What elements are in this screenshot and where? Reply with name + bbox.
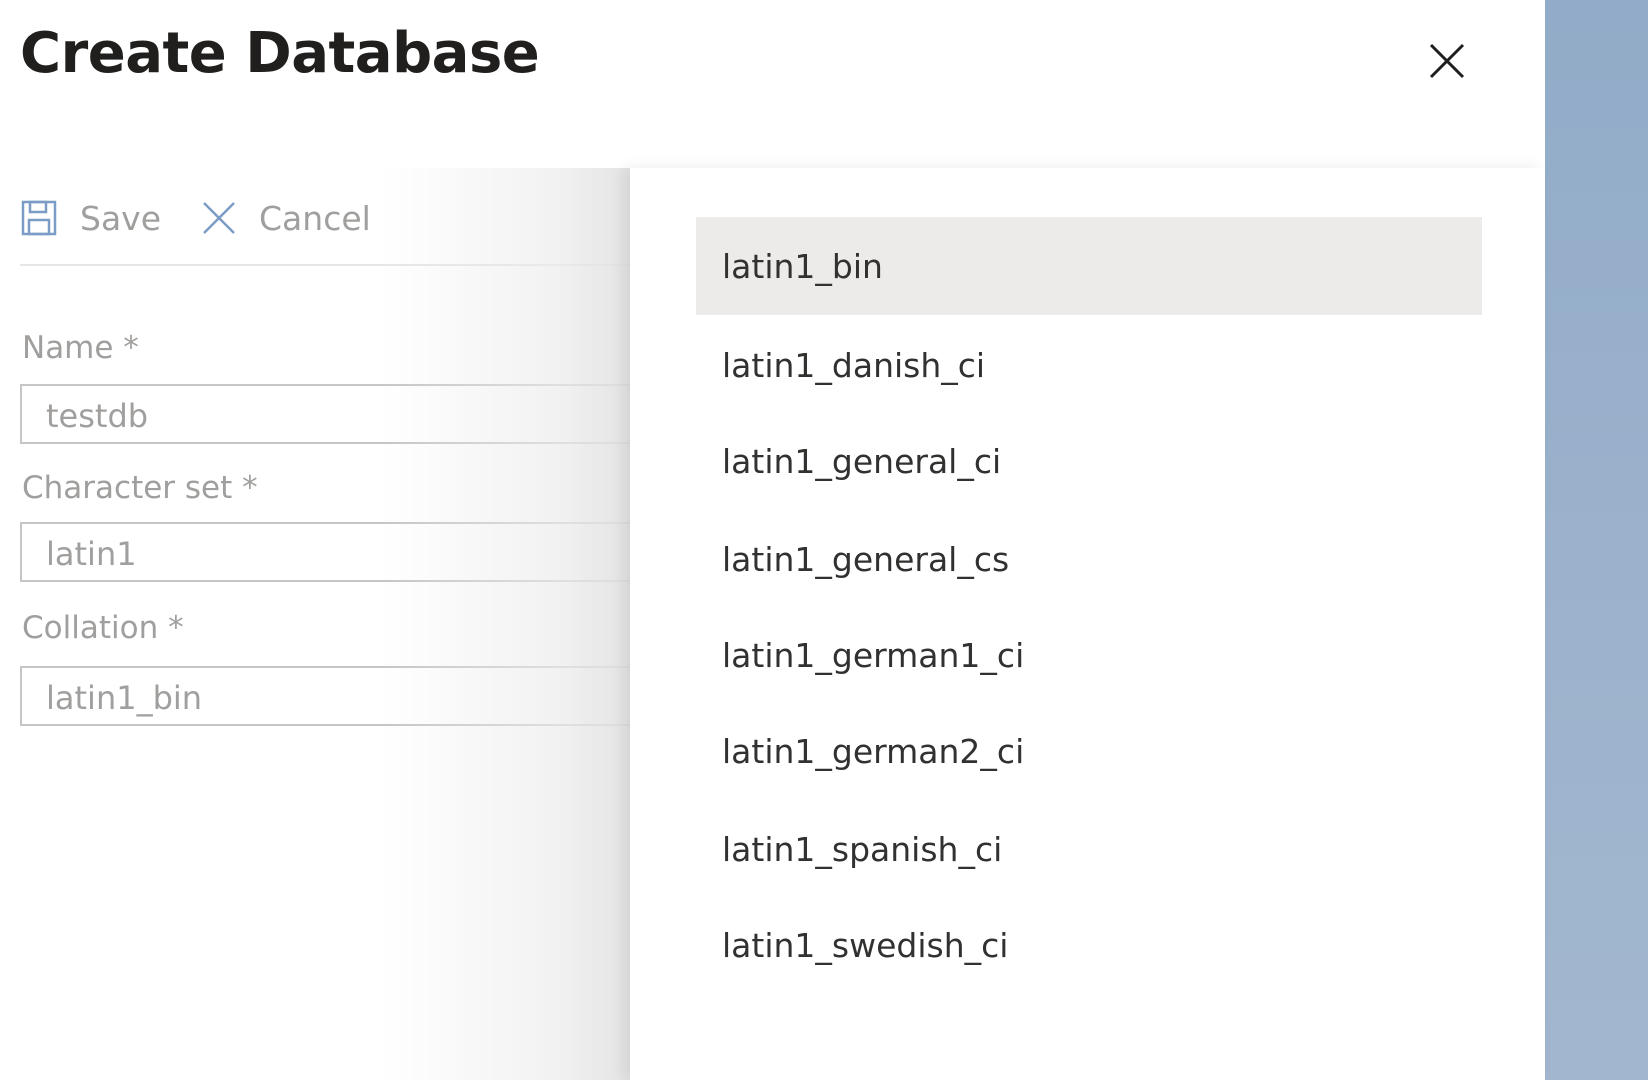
charset-label: Character set * <box>22 470 258 506</box>
create-database-panel: Create Database Save Cancel Name * testd… <box>0 0 1545 1080</box>
cancel-button[interactable]: Cancel <box>201 190 371 246</box>
dropdown-option[interactable]: latin1_bin <box>696 217 1482 315</box>
dropdown-option[interactable]: latin1_german2_ci <box>696 702 1482 800</box>
toolbar-divider <box>20 264 660 266</box>
save-icon <box>20 199 58 237</box>
dropdown-option[interactable]: latin1_swedish_ci <box>696 896 1482 994</box>
cancel-icon <box>201 200 237 236</box>
close-button[interactable] <box>1422 36 1472 86</box>
page: Create Database Save Cancel Name * testd… <box>0 0 1648 1080</box>
save-button[interactable]: Save <box>0 190 161 246</box>
close-icon <box>1429 43 1465 79</box>
save-label: Save <box>80 198 162 238</box>
collation-dropdown-list: latin1_bin latin1_danish_ci latin1_gener… <box>630 168 1545 1080</box>
dropdown-option[interactable]: latin1_german1_ci <box>696 606 1482 704</box>
collation-label: Collation * <box>22 610 184 646</box>
collation-value: latin1_bin <box>46 679 203 717</box>
charset-value: latin1 <box>46 535 137 573</box>
command-bar: Save Cancel <box>20 190 670 246</box>
page-title: Create Database <box>20 21 540 86</box>
dropdown-shadow <box>380 168 630 1080</box>
name-label: Name * <box>22 330 139 366</box>
dropdown-option[interactable]: latin1_spanish_ci <box>696 800 1482 898</box>
dropdown-option[interactable]: latin1_general_ci <box>696 412 1482 510</box>
cancel-label: Cancel <box>259 198 371 238</box>
dropdown-option[interactable]: latin1_general_cs <box>696 510 1482 608</box>
charset-field[interactable]: latin1 <box>20 522 680 582</box>
dropdown-option[interactable]: latin1_danish_ci <box>696 316 1482 414</box>
name-value: testdb <box>46 397 149 435</box>
name-field[interactable]: testdb <box>20 384 680 444</box>
background-overlay[interactable] <box>1545 0 1648 1080</box>
collation-field[interactable]: latin1_bin <box>20 666 680 726</box>
